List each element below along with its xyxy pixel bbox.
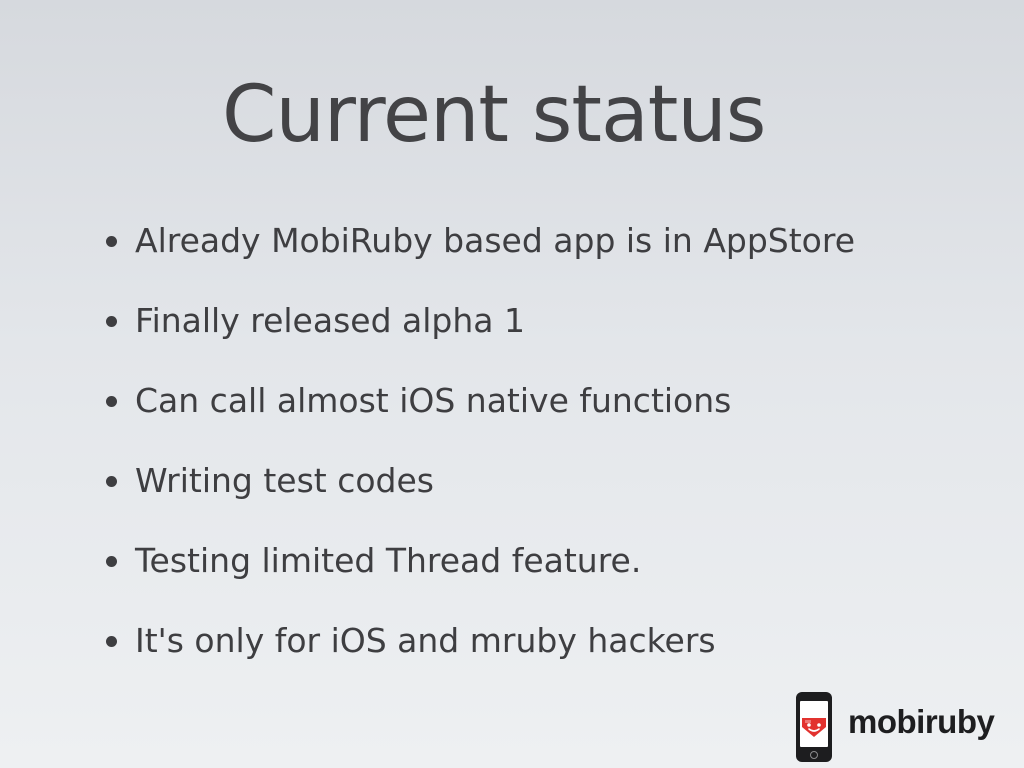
bullet-icon — [106, 396, 117, 407]
bullet-text: It's only for iOS and mruby hackers — [135, 621, 716, 660]
mobiruby-logo: mobiruby — [796, 692, 1006, 764]
bullet-list: Already MobiRuby based app is in AppStor… — [104, 219, 855, 699]
bullet-text: Already MobiRuby based app is in AppStor… — [135, 221, 856, 260]
logo-text: mobiruby — [848, 703, 995, 740]
bullet-item: Can call almost iOS native functions — [104, 379, 855, 459]
phone-ruby-face-icon — [796, 692, 832, 762]
bullet-text: Can call almost iOS native functions — [135, 381, 732, 420]
bullet-icon — [106, 476, 117, 487]
bullet-icon — [106, 636, 117, 647]
bullet-icon — [106, 316, 117, 327]
bullet-icon — [106, 236, 117, 247]
bullet-item: It's only for iOS and mruby hackers — [104, 619, 855, 699]
bullet-text: Testing limited Thread feature. — [135, 541, 642, 580]
slide: Current status Already MobiRuby based ap… — [0, 0, 1024, 768]
bullet-item: Finally released alpha 1 — [104, 299, 855, 379]
bullet-item: Testing limited Thread feature. — [104, 539, 855, 619]
home-button-icon — [810, 751, 818, 759]
bullet-text: Writing test codes — [135, 461, 434, 500]
bullet-icon — [106, 556, 117, 567]
slide-title: Current status — [222, 70, 766, 160]
bullet-text: Finally released alpha 1 — [135, 301, 525, 340]
bullet-item: Writing test codes — [104, 459, 855, 539]
bullet-item: Already MobiRuby based app is in AppStor… — [104, 219, 855, 299]
